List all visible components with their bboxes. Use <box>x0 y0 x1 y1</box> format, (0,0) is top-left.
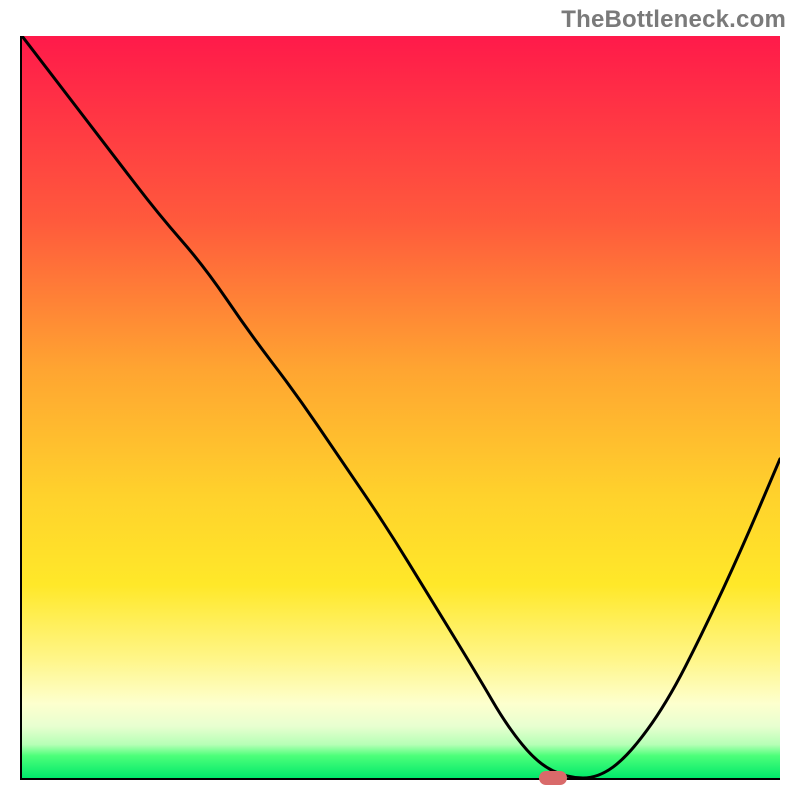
watermark-text: TheBottleneck.com <box>561 6 786 34</box>
chart-stage: TheBottleneck.com <box>0 0 800 800</box>
plot-area <box>20 36 780 780</box>
optimum-marker <box>539 771 567 785</box>
background-gradient <box>22 36 780 778</box>
